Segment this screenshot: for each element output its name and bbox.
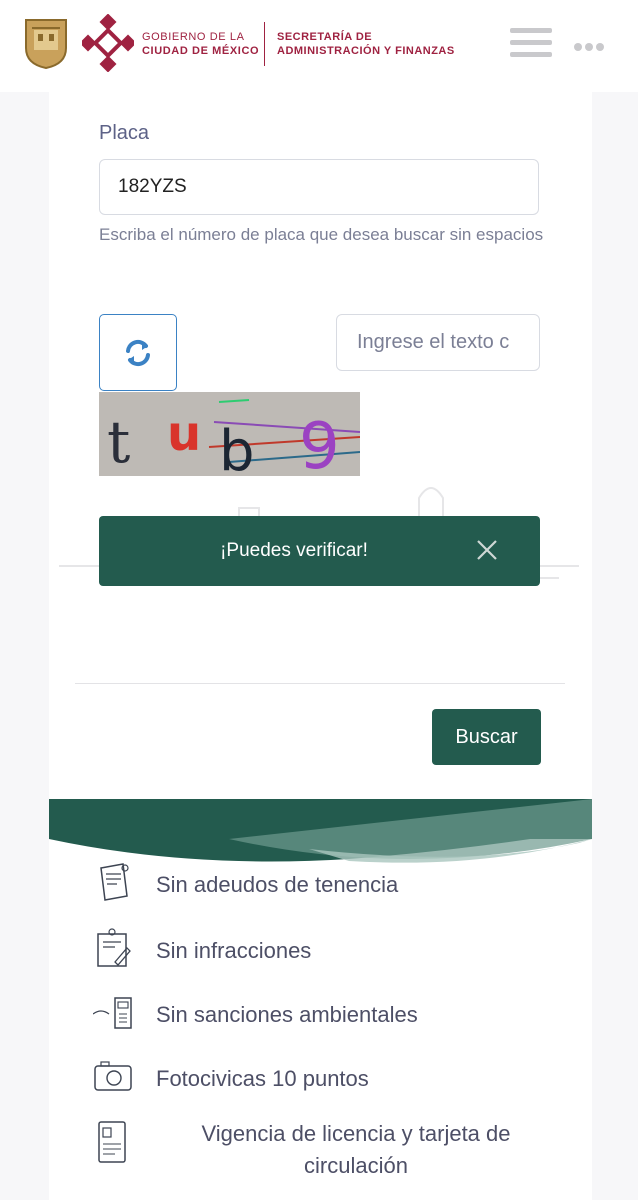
site-header: GOBIERNO DE LA CIUDAD DE MÉXICO SECRETAR… [0,0,638,92]
placa-label: Placa [99,122,150,144]
license-card-icon [98,1121,126,1163]
camera-icon [94,1061,132,1091]
svg-text:b: b [219,419,255,476]
more-options-icon[interactable] [574,38,608,51]
feature-label: Sin sanciones ambientales [156,1002,418,1027]
captcha-input[interactable]: Ingrese el texto c [336,314,540,371]
close-icon[interactable] [473,536,501,564]
gov-line-1: GOBIERNO DE LA [142,31,245,43]
sec-line-1: SECRETARÍA DE [277,31,373,43]
toast-message: ¡Puedes verificar! [220,540,368,561]
list-item: Vigencia de licencia y tarjeta de circul… [49,1120,592,1200]
refresh-captcha-button[interactable] [99,314,177,391]
cdmx-shield-icon [25,19,67,70]
feature-label: Fotocivicas 10 puntos [156,1066,369,1091]
svg-text:u: u [167,406,201,462]
decorative-wave [49,799,592,863]
secretariat-name: SECRETARÍA DE ADMINISTRACIÓN Y FINANZAS [277,30,455,58]
list-item: Sin sanciones ambientales [49,992,592,1042]
list-item: Sin infracciones [49,928,592,978]
hamburger-menu-icon[interactable] [510,28,552,58]
placa-hint: Escriba el número de placa que desea bus… [99,225,544,244]
receipt-icon [100,863,129,901]
terminal-icon [93,997,132,1029]
svg-text:9: 9 [299,410,340,476]
feature-label: Vigencia de licencia y tarjeta de circul… [201,1121,511,1178]
ticket-pen-icon [97,928,131,967]
list-item: Sin adeudos de tenencia [49,862,592,912]
captcha-image: t u b 9 [99,392,360,476]
gov-line-2: CIUDAD DE MÉXICO [142,45,260,57]
feature-label: Sin infracciones [156,938,312,963]
feature-label: Sin adeudos de tenencia [156,872,399,897]
search-card: Placa 182YZS Escriba el número de placa … [49,92,592,1200]
gov-name: GOBIERNO DE LA CIUDAD DE MÉXICO [142,30,259,58]
svg-text:t: t [107,408,130,476]
verify-toast: ¡Puedes verificar! [99,516,540,586]
sec-line-2: ADMINISTRACIÓN Y FINANZAS [277,45,455,57]
refresh-icon [126,339,150,367]
cdmx-logo-icon [82,14,134,72]
placa-input[interactable]: 182YZS [99,159,539,215]
header-separator [264,22,265,66]
form-divider [75,683,565,684]
buscar-button[interactable]: Buscar [432,709,541,765]
list-item: Fotocivicas 10 puntos [49,1056,592,1106]
